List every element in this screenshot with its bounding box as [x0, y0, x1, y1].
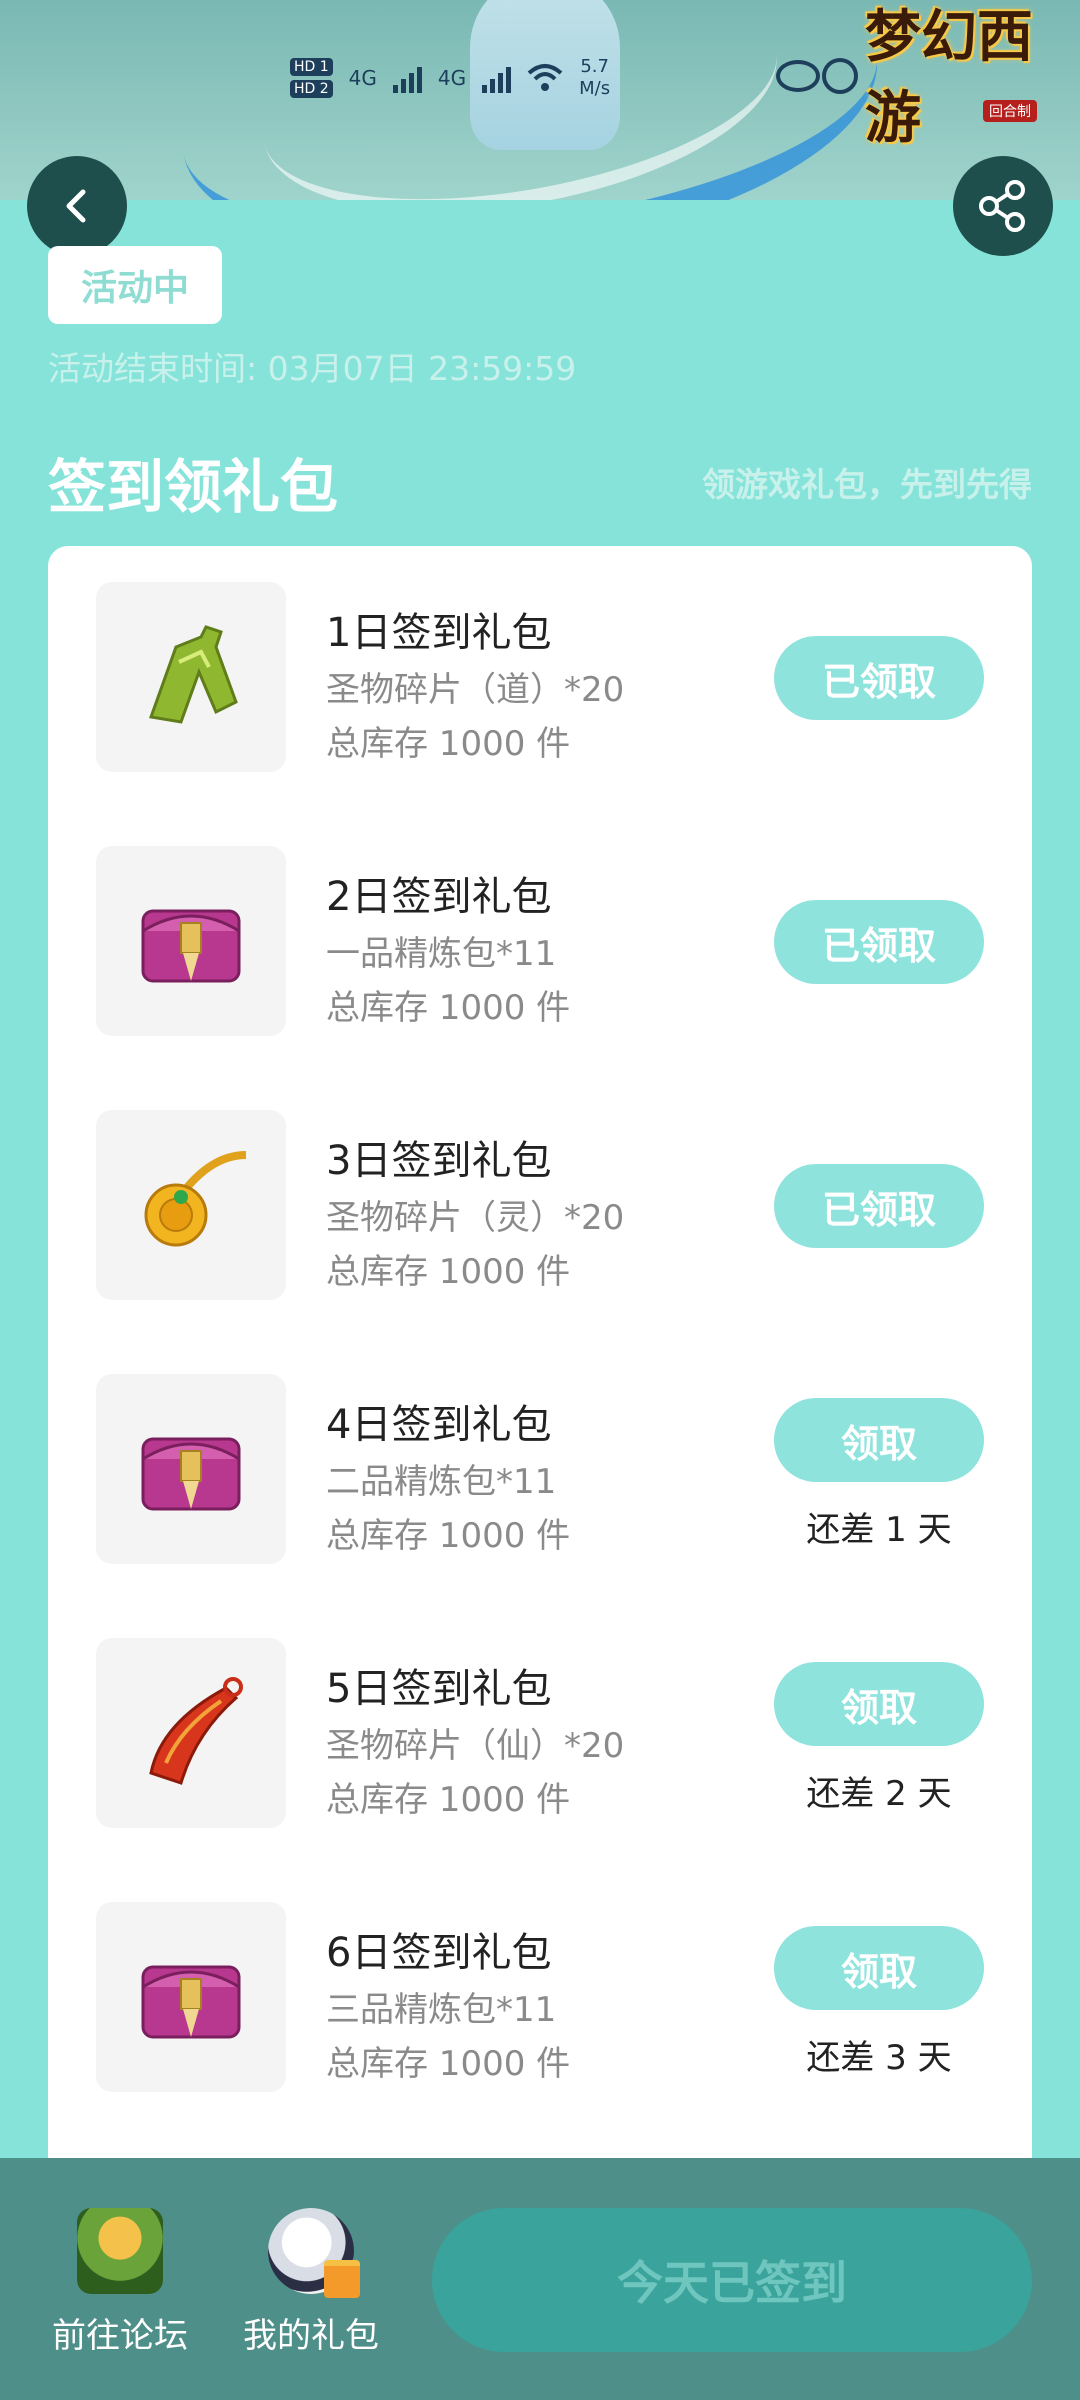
- claimed-button[interactable]: 已领取: [774, 636, 984, 720]
- gift-title: 6日签到礼包: [326, 1930, 552, 1976]
- days-remaining: 还差 1 天: [806, 1510, 952, 1550]
- gift-item: 一品精炼包*11: [326, 934, 557, 974]
- gift-stock: 总库存 1000 件: [326, 2044, 571, 2084]
- gift-title: 5日签到礼包: [326, 1666, 552, 1712]
- gift-stock: 总库存 1000 件: [326, 988, 571, 1028]
- claimed-button[interactable]: 已领取: [774, 900, 984, 984]
- gift-row-day2: 2日签到礼包 一品精炼包*11 总库存 1000 件 已领取: [48, 810, 1032, 1040]
- section-subtitle: 领游戏礼包，先到先得: [702, 465, 1032, 504]
- status-bar: HD 1 HD 2 4G 4G 5.7 M/s: [290, 48, 610, 108]
- gift-stock: 总库存 1000 件: [326, 1516, 571, 1556]
- network-speed: 5.7 M/s: [579, 56, 610, 100]
- signal-strength-1-icon: [392, 63, 422, 93]
- activity-status-badge: 活动中: [48, 246, 222, 324]
- network-speed-unit: M/s: [579, 78, 611, 99]
- game-logo-subtitle: 回合制: [983, 100, 1037, 122]
- alarm-icon: [822, 58, 858, 94]
- gift-title: 4日签到礼包: [326, 1402, 552, 1448]
- back-arrow-icon: [66, 189, 86, 223]
- network-speed-value: 5.7: [580, 56, 609, 77]
- hd-indicators: HD 1 HD 2: [290, 58, 333, 98]
- treasure-chest-icon: [96, 1902, 286, 2092]
- header-banner: HD 1 HD 2 4G 4G 5.7 M/s 梦幻西游 回合制: [0, 0, 1080, 200]
- forum-game-avatar-icon: [77, 2208, 163, 2294]
- signal-strength-2-icon: [482, 63, 512, 93]
- gift-item: 二品精炼包*11: [326, 1462, 557, 1502]
- my-gifts-nav-button[interactable]: 我的礼包: [236, 2208, 386, 2357]
- gift-item: 圣物碎片（灵）*20: [326, 1198, 625, 1238]
- gift-title: 3日签到礼包: [326, 1138, 552, 1184]
- gift-box-icon: [324, 2260, 360, 2298]
- gift-avatar-icon: [268, 2208, 360, 2298]
- gift-stock: 总库存 1000 件: [326, 724, 571, 764]
- days-remaining: 还差 3 天: [806, 2038, 952, 2078]
- gift-item: 三品精炼包*11: [326, 1990, 557, 2030]
- hd2-indicator: HD 2: [290, 80, 333, 98]
- treasure-chest-icon: [96, 1374, 286, 1564]
- gift-stock: 总库存 1000 件: [326, 1252, 571, 1292]
- gift-row-day4: 4日签到礼包 二品精炼包*11 总库存 1000 件 领取 还差 1 天: [48, 1338, 1032, 1568]
- activity-end-time: 活动结束时间: 03月07日 23:59:59: [48, 349, 577, 388]
- game-logo: 梦幻西游 回合制: [865, 4, 1065, 151]
- days-remaining: 还差 2 天: [806, 1774, 952, 1814]
- network-type-2: 4G: [437, 66, 467, 90]
- claim-button[interactable]: 领取: [774, 1398, 984, 1482]
- network-type-1: 4G: [348, 66, 377, 90]
- gift-list-card: 1日签到礼包 圣物碎片（道）*20 总库存 1000 件 已领取 2日签到礼包 …: [48, 546, 1032, 2266]
- share-icon: [979, 180, 1025, 232]
- claimed-button[interactable]: 已领取: [774, 1164, 984, 1248]
- jade-token-icon: [96, 582, 286, 772]
- gift-row-day6: 6日签到礼包 三品精炼包*11 总库存 1000 件 领取 还差 3 天: [48, 1866, 1032, 2096]
- forum-label: 前往论坛: [52, 2316, 188, 2356]
- claim-button[interactable]: 领取: [774, 1662, 984, 1746]
- red-pendant-icon: [96, 1638, 286, 1828]
- share-button[interactable]: [953, 156, 1053, 256]
- forum-nav-button[interactable]: 前往论坛: [45, 2208, 195, 2357]
- checked-in-today-button[interactable]: 今天已签到: [432, 2208, 1032, 2352]
- gift-row-day5: 5日签到礼包 圣物碎片（仙）*20 总库存 1000 件 领取 还差 2 天: [48, 1602, 1032, 1832]
- section-title: 签到领礼包: [48, 453, 339, 521]
- my-gifts-label: 我的礼包: [243, 2316, 379, 2356]
- game-logo-text: 梦幻西游: [865, 4, 1033, 151]
- back-button[interactable]: [27, 156, 127, 256]
- gift-item: 圣物碎片（道）*20: [326, 670, 625, 710]
- claim-button[interactable]: 领取: [774, 1926, 984, 2010]
- gift-title: 2日签到礼包: [326, 874, 552, 920]
- gift-row-day1: 1日签到礼包 圣物碎片（道）*20 总库存 1000 件 已领取: [48, 546, 1032, 776]
- gift-stock: 总库存 1000 件: [326, 1780, 571, 1820]
- eye-icon: [776, 60, 820, 92]
- treasure-chest-icon: [96, 846, 286, 1036]
- wifi-icon: [527, 64, 563, 91]
- bottom-action-bar: 前往论坛 我的礼包 今天已签到: [0, 2158, 1080, 2400]
- hd1-indicator: HD 1: [290, 58, 333, 76]
- gift-title: 1日签到礼包: [326, 610, 552, 656]
- gift-row-day3: 3日签到礼包 圣物碎片（灵）*20 总库存 1000 件 已领取: [48, 1074, 1032, 1304]
- gift-item: 圣物碎片（仙）*20: [326, 1726, 625, 1766]
- gold-amulet-icon: [96, 1110, 286, 1300]
